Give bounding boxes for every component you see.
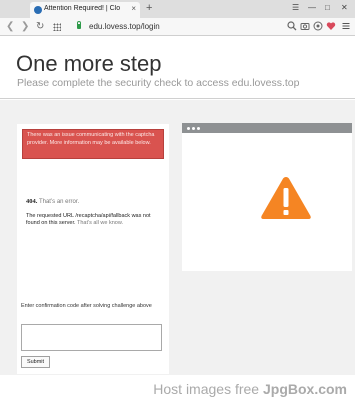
back-icon[interactable]: ❮ — [6, 21, 14, 32]
illustration-title-bar — [182, 123, 352, 133]
confirmation-label: Enter confirmation code after solving ch… — [21, 303, 152, 309]
main-content: There was an issue communicating with th… — [0, 100, 355, 375]
close-tab-icon[interactable]: × — [131, 4, 136, 14]
reload-icon[interactable]: ↻ — [36, 21, 44, 32]
tab-title: Attention Required! | Clo — [44, 5, 121, 12]
forward-icon[interactable]: ❯ — [21, 21, 29, 32]
error-code-number: 404. — [26, 198, 38, 205]
apps-grid-icon[interactable] — [53, 23, 61, 31]
error-code: 404. That’s an error. — [26, 198, 79, 205]
page-title: One more step — [16, 51, 162, 76]
confirmation-code-field[interactable] — [21, 324, 162, 351]
submit-button[interactable]: Submit — [21, 356, 50, 368]
error-message: The requested URL /recaptcha/api/fallbac… — [26, 213, 156, 227]
illustration-dot — [192, 127, 195, 130]
page-header: One more step Please complete the securi… — [0, 37, 355, 99]
lock-icon[interactable] — [77, 21, 81, 29]
address-bar[interactable]: edu.lovess.top/login — [89, 22, 160, 31]
address-toolbar: ❮ ❯ ↻ edu.lovess.top/login — [0, 18, 355, 36]
watermark-prefix: Host images free — [153, 381, 263, 397]
page-subtitle: Please complete the security check to ac… — [17, 77, 300, 89]
captcha-panel: There was an issue communicating with th… — [17, 124, 169, 374]
error-code-suffix: That’s an error. — [38, 199, 80, 205]
footer: Host images free JpgBox.com — [0, 375, 355, 405]
illustration-dot — [197, 127, 200, 130]
browser-tab[interactable]: Attention Required! | Clo × — [30, 2, 140, 18]
heart-icon[interactable] — [326, 21, 336, 31]
warning-icon — [261, 177, 311, 219]
shield-icon[interactable] — [313, 21, 323, 31]
menu-window-icon[interactable]: ☰ — [292, 3, 299, 13]
camera-icon[interactable] — [300, 21, 310, 31]
close-window-button[interactable]: ✕ — [341, 3, 348, 13]
tab-bar: Attention Required! | Clo × + ☰ — □ ✕ — [0, 0, 355, 18]
favicon-icon — [34, 6, 42, 14]
error-message-suffix: That’s all we know. — [76, 220, 124, 226]
captcha-error-banner: There was an issue communicating with th… — [22, 129, 164, 159]
maximize-button[interactable]: □ — [325, 3, 330, 13]
illustration-dot — [187, 127, 190, 130]
browser-warning-illustration — [182, 123, 352, 271]
new-tab-button[interactable]: + — [146, 2, 152, 14]
minimize-button[interactable]: — — [308, 3, 316, 13]
watermark: Host images free JpgBox.com — [153, 381, 347, 397]
watermark-brand: JpgBox.com — [262, 381, 347, 397]
search-icon[interactable] — [287, 21, 297, 31]
menu-icon[interactable] — [341, 21, 351, 31]
